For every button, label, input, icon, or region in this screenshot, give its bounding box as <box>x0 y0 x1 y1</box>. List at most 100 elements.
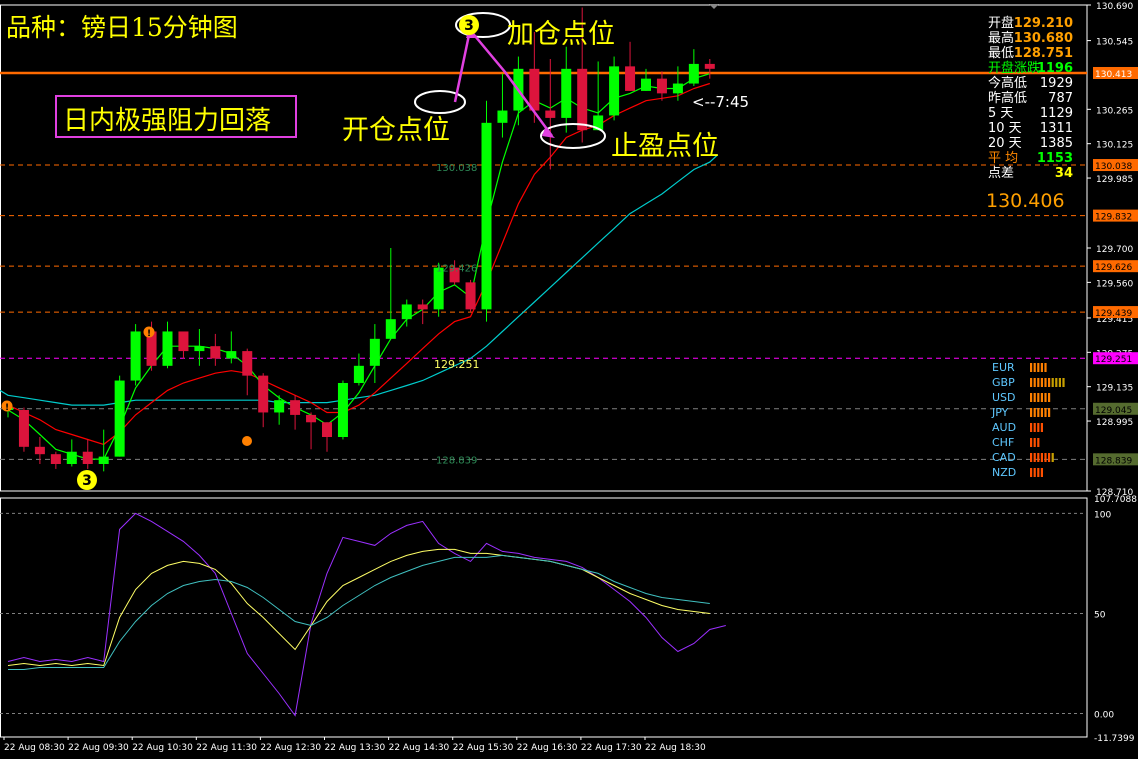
bull-candle <box>561 68 572 118</box>
strength-bar <box>1048 378 1051 387</box>
bull-candle <box>226 351 237 359</box>
osc-axis-label: 107.7088 <box>1094 495 1137 505</box>
currency-name: AUD <box>992 421 1016 434</box>
time-axis-label: 22 Aug 11:30 <box>196 743 257 753</box>
stat-value: 1311 <box>1039 121 1073 136</box>
bull-candle <box>401 304 412 320</box>
currency-name: CAD <box>992 451 1016 464</box>
currency-name: CHF <box>992 436 1014 449</box>
strength-bar <box>1037 438 1040 447</box>
stat-10day: 10 天 1311 <box>986 121 1076 136</box>
chart-title: 品种：镑日15分钟图 <box>6 13 238 42</box>
bear-candle <box>18 410 29 447</box>
bear-candle <box>306 414 317 423</box>
bear-candle <box>290 400 301 415</box>
price-tag-label: 128.839 <box>1095 456 1132 466</box>
strength-bar <box>1040 378 1043 387</box>
bull-candle <box>672 83 683 94</box>
strength-bar <box>1044 408 1047 417</box>
stat-label: 开盘涨跌 <box>988 61 1041 76</box>
stat-open-change: 开盘涨跌 1196 <box>986 61 1076 76</box>
stats-panel: 开盘 129.210 最高 130.680 最低 128.751 开盘涨跌 1196 今… <box>986 16 1076 181</box>
bull-candle <box>98 456 109 464</box>
stat-value: 1196 <box>1036 61 1073 76</box>
strength-bar <box>1033 378 1036 387</box>
strength-bar <box>1030 378 1033 387</box>
price-axis-label: 130.265 <box>1096 106 1133 116</box>
osc-series-line <box>8 554 710 670</box>
strength-bar <box>1030 393 1033 402</box>
stat-value: 1385 <box>1039 136 1073 151</box>
price-tag-label: 129.439 <box>1095 309 1132 319</box>
bull-candle <box>641 78 651 91</box>
strength-bar <box>1055 378 1058 387</box>
bear-candle <box>242 351 253 376</box>
stat-value: 128.751 <box>1013 46 1073 61</box>
stat-label: 5 天 <box>988 106 1014 121</box>
bear-candle <box>210 346 221 359</box>
level-label-s1: 129.426 <box>436 264 477 275</box>
level-label-r1: 130.038 <box>436 163 477 174</box>
bear-candle <box>417 304 428 310</box>
bull-candle <box>688 63 699 84</box>
time-axis-label: 22 Aug 08:30 <box>4 743 65 753</box>
strength-bar <box>1037 408 1040 417</box>
shift-marker-icon <box>709 4 719 9</box>
alert-marker-glyph: ! <box>5 403 9 413</box>
price-tag-label: 129.626 <box>1095 263 1132 273</box>
level-label-pivot: 129.251 <box>434 358 480 371</box>
strength-bar <box>1044 378 1047 387</box>
add-position-label: 加仓点位 <box>507 19 615 50</box>
bull-candle <box>274 400 285 413</box>
bull-candle <box>66 451 77 464</box>
strength-bar <box>1062 378 1065 387</box>
price-axis-label: 129.560 <box>1096 279 1133 289</box>
stat-spread: 点差 34 <box>986 166 1076 181</box>
current-price: 130.406 <box>986 190 1065 212</box>
strength-bar <box>1037 393 1040 402</box>
stat-label: 开盘 <box>988 16 1015 31</box>
alert-marker-icon <box>242 436 252 446</box>
strength-bar <box>1030 423 1033 432</box>
strength-bar <box>1037 453 1040 462</box>
currency-name: GBP <box>992 376 1015 389</box>
bear-candle <box>625 66 636 91</box>
bull-candle <box>337 383 348 437</box>
strength-bar <box>1033 468 1036 477</box>
stat-label: 昨高低 <box>988 91 1028 106</box>
strength-bar <box>1048 408 1051 417</box>
bear-candle <box>704 63 715 69</box>
strength-bar <box>1033 408 1036 417</box>
stat-label: 最高 <box>988 31 1015 46</box>
time-axis-label: 22 Aug 15:30 <box>453 743 514 753</box>
stat-20day: 20 天 1385 <box>986 136 1076 151</box>
time-axis-label: 22 Aug 12:30 <box>260 743 321 753</box>
strength-bar <box>1033 453 1036 462</box>
time-axis-label: 22 Aug 13:30 <box>325 743 386 753</box>
strength-bar <box>1037 363 1040 372</box>
stat-value: 1129 <box>1039 106 1073 121</box>
time-axis-label: 22 Aug 16:30 <box>517 743 578 753</box>
strength-bar <box>1040 363 1043 372</box>
price-axis-label: 130.690 <box>1096 2 1133 12</box>
bear-candle <box>529 68 540 111</box>
stat-label: 20 天 <box>988 136 1022 151</box>
bull-candle <box>194 346 205 352</box>
stat-value: 34 <box>1054 166 1073 181</box>
bull-candle <box>609 66 620 116</box>
time-axis-label: 22 Aug 18:30 <box>645 743 706 753</box>
price-tag-label: 130.413 <box>1095 70 1132 80</box>
strength-bar <box>1030 408 1033 417</box>
bull-candle <box>369 338 380 366</box>
wave-badge-label: 3 <box>82 473 92 489</box>
osc-axis-label: -11.7399 <box>1094 734 1135 744</box>
currency-name: EUR <box>992 361 1015 374</box>
time-axis-label: 22 Aug 14:30 <box>389 743 450 753</box>
strength-bar <box>1040 453 1043 462</box>
strength-bar <box>1030 453 1033 462</box>
strength-bar <box>1030 438 1033 447</box>
time-axis-label: 22 Aug 10:30 <box>132 743 193 753</box>
price-axis-label: 128.995 <box>1096 418 1133 428</box>
time-axis-label: 22 Aug 09:30 <box>68 743 129 753</box>
stat-label: 平 均 <box>988 151 1019 166</box>
